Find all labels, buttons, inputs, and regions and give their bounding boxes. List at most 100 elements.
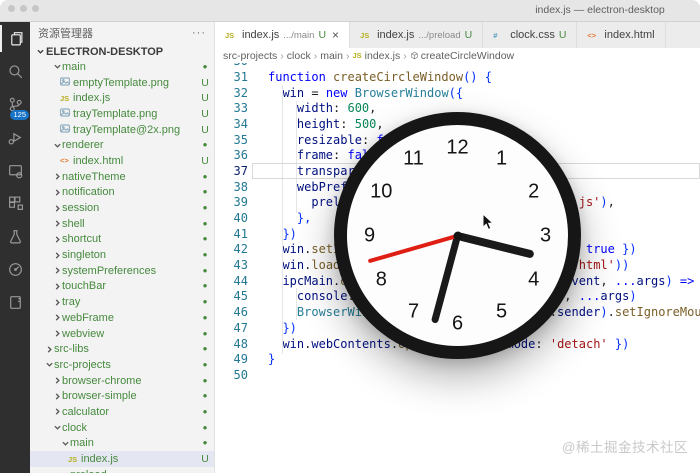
line-number: 42 bbox=[215, 242, 248, 256]
activity-notebook[interactable] bbox=[0, 286, 30, 319]
breadcrumb-item-clock[interactable]: clock bbox=[287, 50, 311, 62]
git-status-badge: • bbox=[196, 204, 214, 212]
activity-references[interactable] bbox=[0, 253, 30, 286]
tab-clock.css[interactable]: #clock.cssU bbox=[483, 22, 577, 48]
tree-folder-src-libs[interactable]: src-libs• bbox=[30, 341, 214, 357]
git-status-badge: U bbox=[559, 29, 567, 41]
breadcrumb-item-main[interactable]: main bbox=[320, 50, 343, 62]
tab-index.js[interactable]: JSindex.js.../mainU× bbox=[215, 22, 350, 48]
tree-folder-renderer[interactable]: renderer• bbox=[30, 137, 214, 153]
tree-folder-shortcut[interactable]: shortcut• bbox=[30, 232, 214, 248]
chevron-right-icon: › bbox=[403, 50, 407, 62]
clock-center-cap bbox=[453, 231, 462, 240]
tree-folder-webFrame[interactable]: webFrame• bbox=[30, 310, 214, 326]
activity-remote-explorer[interactable] bbox=[0, 154, 30, 187]
tree-file-trayTemplate.png[interactable]: trayTemplate.pngU bbox=[30, 106, 214, 122]
activity-source-control[interactable]: 125 bbox=[0, 88, 30, 121]
tree-folder-browser-simple[interactable]: browser-simple• bbox=[30, 388, 214, 404]
tree-folder-clock[interactable]: clock• bbox=[30, 420, 214, 436]
source-control-badge: 125 bbox=[10, 110, 29, 120]
activity-run-debug[interactable] bbox=[0, 121, 30, 154]
tree-folder-session[interactable]: session• bbox=[30, 200, 214, 216]
chevron-down-icon bbox=[34, 48, 46, 55]
tree-folder-webview[interactable]: webview• bbox=[30, 326, 214, 342]
tree-file-index.js[interactable]: JSindex.jsU bbox=[30, 90, 214, 106]
line-number: 48 bbox=[215, 337, 248, 351]
tree-folder-src-projects[interactable]: src-projects• bbox=[30, 357, 214, 373]
git-status-badge: U bbox=[196, 77, 214, 89]
hour-hand bbox=[457, 232, 535, 259]
line-number: 49 bbox=[215, 352, 248, 366]
git-status-badge: U bbox=[196, 124, 214, 136]
clock-number-5: 5 bbox=[496, 300, 507, 323]
tab-index.html[interactable]: <>index.html bbox=[577, 22, 665, 48]
activity-testing[interactable] bbox=[0, 220, 30, 253]
line-number: 45 bbox=[215, 289, 248, 303]
tree-folder-notification[interactable]: notification• bbox=[30, 185, 214, 201]
breadcrumb-item-index.js[interactable]: JSindex.js bbox=[352, 50, 400, 62]
line-number: 46 bbox=[215, 305, 248, 319]
git-status-badge: • bbox=[196, 408, 214, 416]
file-tree: main•emptyTemplate.pngUJSindex.jsUtrayTe… bbox=[30, 59, 214, 473]
git-status-badge: • bbox=[196, 377, 214, 385]
sidebar-title: 资源管理器 bbox=[38, 25, 192, 41]
tree-folder-systemPreferences[interactable]: systemPreferences• bbox=[30, 263, 214, 279]
tab-index.js[interactable]: JSindex.js.../preloadU bbox=[350, 22, 483, 48]
git-status-badge: • bbox=[196, 235, 214, 243]
line-number: 38 bbox=[215, 180, 248, 194]
activity-search[interactable] bbox=[0, 55, 30, 88]
git-status-badge: • bbox=[196, 361, 214, 369]
minute-hand bbox=[431, 235, 461, 324]
tab-bar: JSindex.js.../mainU×JSindex.js.../preloa… bbox=[215, 22, 700, 48]
activity-extensions[interactable] bbox=[0, 187, 30, 220]
tree-folder-tray[interactable]: tray• bbox=[30, 294, 214, 310]
tree-file-index.html[interactable]: <>index.htmlU bbox=[30, 153, 214, 169]
tree-folder-singleton[interactable]: singleton• bbox=[30, 247, 214, 263]
clock-number-6: 6 bbox=[452, 312, 463, 335]
tree-folder-browser-chrome[interactable]: browser-chrome• bbox=[30, 373, 214, 389]
tree-file-index.js[interactable]: JSindex.jsU bbox=[30, 451, 214, 467]
line-number: 30 bbox=[215, 63, 248, 68]
sidebar-header: 资源管理器 ··· bbox=[30, 22, 214, 44]
breadcrumb-item-src-projects[interactable]: src-projects bbox=[223, 50, 277, 62]
git-status-badge: • bbox=[196, 392, 214, 400]
zoom-window-button[interactable] bbox=[32, 5, 39, 12]
clock-number-9: 9 bbox=[364, 224, 375, 247]
activity-explorer[interactable] bbox=[0, 22, 30, 55]
tree-file-emptyTemplate.png[interactable]: emptyTemplate.pngU bbox=[30, 75, 214, 91]
sidebar-section-header[interactable]: ELECTRON-DESKTOP bbox=[30, 44, 214, 59]
chevron-right-icon: › bbox=[314, 50, 318, 62]
explorer-sidebar: 资源管理器 ··· ELECTRON-DESKTOP main•emptyTem… bbox=[30, 22, 215, 473]
clock-number-7: 7 bbox=[408, 300, 419, 323]
git-status-badge: • bbox=[196, 251, 214, 259]
close-window-button[interactable] bbox=[8, 5, 15, 12]
code-line-50[interactable]: 50 bbox=[215, 367, 700, 383]
tree-folder-shell[interactable]: shell• bbox=[30, 216, 214, 232]
code-line-32[interactable]: 32 win = new BrowserWindow({ bbox=[215, 85, 700, 101]
tree-folder-main[interactable]: main• bbox=[30, 436, 214, 452]
sidebar-actions-button[interactable]: ··· bbox=[192, 27, 206, 39]
git-status-badge: • bbox=[196, 345, 214, 353]
clock-number-2: 2 bbox=[528, 180, 539, 203]
line-number: 43 bbox=[215, 258, 248, 272]
code-line-31[interactable]: 31function createCircleWindow() { bbox=[215, 69, 700, 85]
window-title: index.js — electron-desktop bbox=[440, 4, 700, 16]
line-number: 32 bbox=[215, 86, 248, 100]
git-status-badge: U bbox=[465, 29, 473, 41]
tree-folder-calculator[interactable]: calculator• bbox=[30, 404, 214, 420]
close-icon[interactable]: × bbox=[332, 28, 339, 42]
tree-file-trayTemplate@2x.png[interactable]: trayTemplate@2x.pngU bbox=[30, 122, 214, 138]
tree-folder-nativeTheme[interactable]: nativeTheme• bbox=[30, 169, 214, 185]
tree-folder-preload[interactable]: preload• bbox=[30, 467, 214, 473]
git-status-badge: • bbox=[196, 282, 214, 290]
clock-window[interactable]: 123456789101112 bbox=[334, 112, 581, 359]
git-status-badge: U bbox=[196, 453, 214, 465]
clock-number-10: 10 bbox=[370, 180, 392, 203]
breadcrumb-item-createCircleWindow[interactable]: createCircleWindow bbox=[410, 50, 514, 62]
tree-folder-main[interactable]: main• bbox=[30, 59, 214, 75]
line-number: 44 bbox=[215, 274, 248, 288]
line-number: 31 bbox=[215, 70, 248, 84]
tree-folder-touchBar[interactable]: touchBar• bbox=[30, 279, 214, 295]
clock-number-4: 4 bbox=[528, 268, 539, 291]
minimize-window-button[interactable] bbox=[20, 5, 27, 12]
